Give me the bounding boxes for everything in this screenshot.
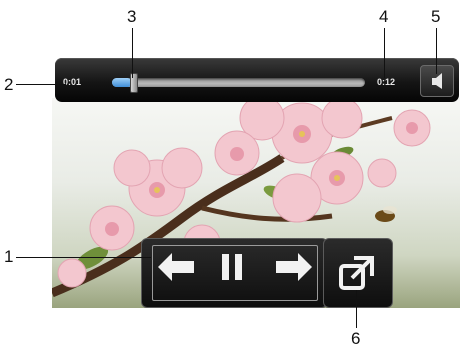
seek-bar-panel: 0:01 0:12 [55,58,459,102]
callout-4-line [384,28,385,78]
arrow-right-icon [276,253,312,281]
callout-5: 5 [431,7,441,26]
pause-icon [222,254,242,280]
callout-6: 6 [351,329,361,348]
playback-controls [141,238,328,308]
callout-6-line [356,290,357,328]
seek-track[interactable] [112,78,365,87]
pause-button[interactable] [218,253,246,281]
fullscreen-button[interactable] [323,238,393,308]
callout-3: 3 [127,7,137,26]
fullscreen-toggle-icon [339,256,374,290]
elapsed-time: 0:01 [63,77,82,87]
total-time: 0:12 [377,77,396,87]
callout-4: 4 [379,7,389,26]
arrow-left-icon [158,253,194,281]
seek-progress [112,78,132,87]
callout-2: 2 [4,75,14,94]
callout-5-line [436,28,437,74]
callout-2-line [16,84,66,85]
next-button[interactable] [274,253,312,281]
volume-button[interactable] [420,65,454,97]
callout-3-line [132,28,133,78]
previous-button[interactable] [158,253,196,281]
callout-1: 1 [4,247,14,266]
callout-1-line [16,257,151,258]
speaker-icon [432,73,442,89]
